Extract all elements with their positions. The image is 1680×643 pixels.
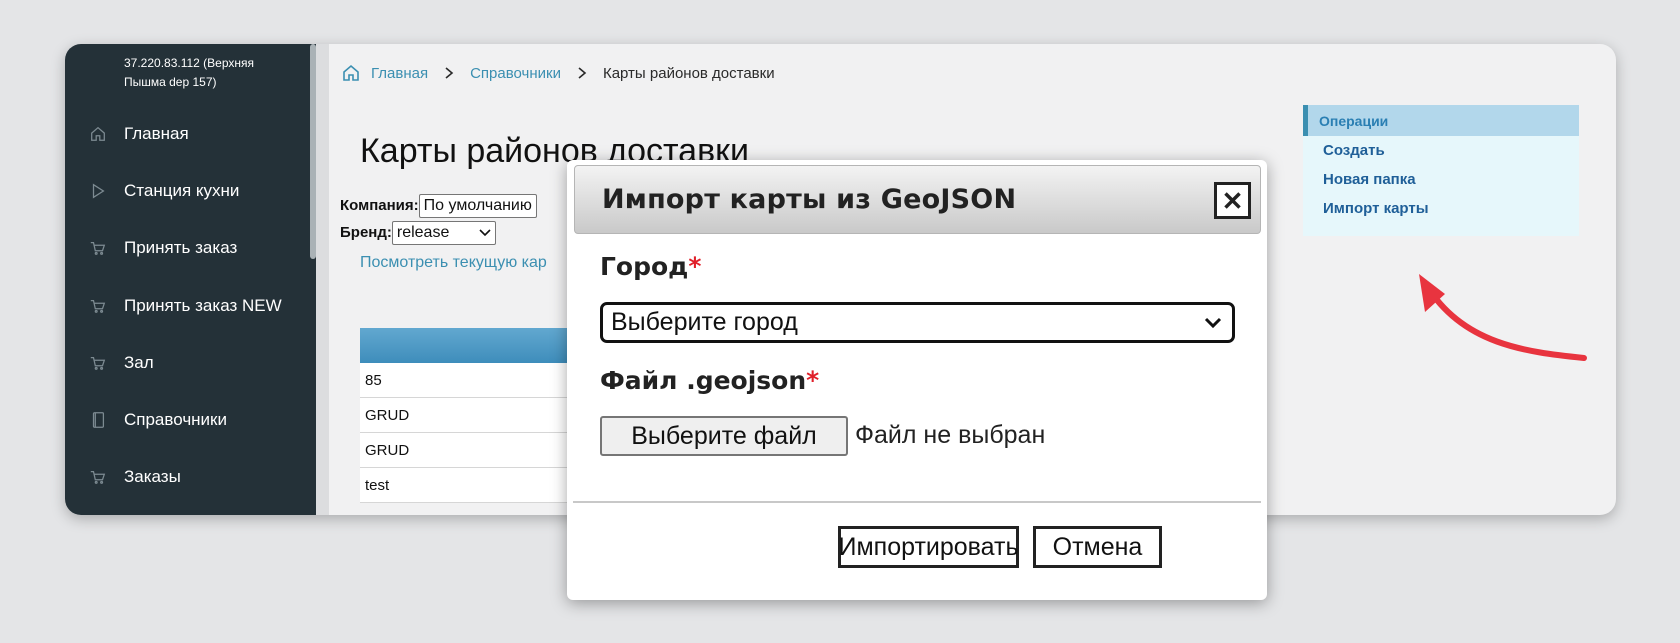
dialog-title: Импорт карты из GeoJSON — [602, 184, 1017, 215]
sidebar-item-label: Главная — [124, 123, 189, 143]
brand-label: Бренд: — [340, 223, 392, 241]
chevron-right-icon — [578, 67, 587, 79]
cart-icon — [87, 295, 109, 317]
sidebar-item-label: Станция кухни — [124, 180, 240, 200]
city-select-value: Выберите город — [611, 308, 798, 336]
cancel-button[interactable]: Отмена — [1033, 526, 1162, 568]
breadcrumb-references-link[interactable]: Справочники — [470, 65, 561, 82]
cart-icon — [87, 237, 109, 259]
choose-file-button[interactable]: Выберите файл — [600, 416, 848, 456]
operations-header: Операции — [1303, 105, 1579, 136]
sidebar-item-orders[interactable]: Заказы — [65, 449, 305, 506]
company-filter: Компания: По умолчанию — [340, 194, 537, 218]
operations-panel: Операции Создать Новая папка Импорт карт… — [1303, 105, 1579, 236]
sidebar-item-label: Справочники — [124, 410, 227, 430]
chevron-down-icon — [1204, 317, 1222, 329]
breadcrumb: Главная Справочники Карты районов достав… — [341, 63, 775, 83]
book-icon — [87, 409, 109, 431]
breadcrumb-home-link[interactable]: Главная — [371, 65, 428, 82]
new-folder-link[interactable]: Новая папка — [1303, 165, 1579, 194]
sidebar-item-home[interactable]: Главная — [65, 105, 305, 162]
home-icon — [87, 123, 109, 145]
city-label-text: Город — [600, 252, 689, 281]
dialog-divider — [573, 501, 1261, 503]
breadcrumb-current: Карты районов доставки — [602, 64, 775, 82]
brand-select-value: release — [396, 224, 450, 241]
file-status: Файл не выбран — [855, 421, 1046, 449]
sidebar-item-label: Зал — [124, 352, 154, 372]
sidebar-splitter — [316, 44, 329, 515]
required-mark: * — [688, 252, 702, 281]
cart-icon — [87, 352, 109, 374]
sidebar-item-label: Принять заказ NEW — [124, 295, 282, 315]
company-label: Компания: — [340, 196, 419, 214]
sidebar-item-take-order-new[interactable]: Принять заказ NEW — [65, 277, 305, 334]
dialog-titlebar[interactable]: Импорт карты из GeoJSON ✕ — [574, 165, 1261, 234]
close-icon[interactable]: ✕ — [1214, 182, 1251, 219]
city-select[interactable]: Выберите город — [600, 302, 1235, 343]
brand-select[interactable]: release — [391, 221, 496, 245]
sidebar-item-kitchen-station[interactable]: Станция кухни — [65, 162, 305, 219]
sidebar-item-hall[interactable]: Зал — [65, 334, 305, 391]
sidebar-item-references[interactable]: Справочники — [65, 391, 305, 448]
import-map-link[interactable]: Импорт карты — [1303, 194, 1579, 223]
play-icon — [87, 180, 109, 202]
sidebar-item-take-order[interactable]: Принять заказ — [65, 220, 305, 277]
sidebar-item-label: Заказы — [124, 467, 181, 487]
chevron-right-icon — [445, 67, 454, 79]
required-mark: * — [806, 366, 820, 395]
brand-filter: Бренд: release — [340, 221, 496, 245]
home-icon — [343, 64, 359, 81]
view-current-map-link[interactable]: Посмотреть текущую кар — [360, 254, 547, 272]
company-select[interactable]: По умолчанию — [418, 194, 537, 218]
file-label-text: Файл .geojson — [600, 366, 807, 395]
create-link[interactable]: Создать — [1303, 136, 1579, 165]
server-host: 37.220.83.112 (Верхняя Пышма dep 157) — [124, 56, 255, 89]
sidebar: 37.220.83.112 (Верхняя Пышма dep 157) Гл… — [65, 44, 320, 515]
import-geojson-dialog: Импорт карты из GeoJSON ✕ Город* Выберит… — [567, 160, 1267, 600]
import-button[interactable]: Импортировать — [838, 526, 1019, 568]
sidebar-nav: Главная Станция кухни Принять заказ Прин… — [65, 105, 305, 506]
cart-icon — [87, 466, 109, 488]
city-label: Город* — [600, 252, 701, 281]
chevron-down-icon — [479, 229, 491, 237]
company-select-value: По умолчанию — [423, 197, 532, 214]
sidebar-item-label: Принять заказ — [124, 238, 238, 258]
annotation-arrow — [1419, 274, 1587, 361]
file-label: Файл .geojson* — [600, 366, 819, 395]
